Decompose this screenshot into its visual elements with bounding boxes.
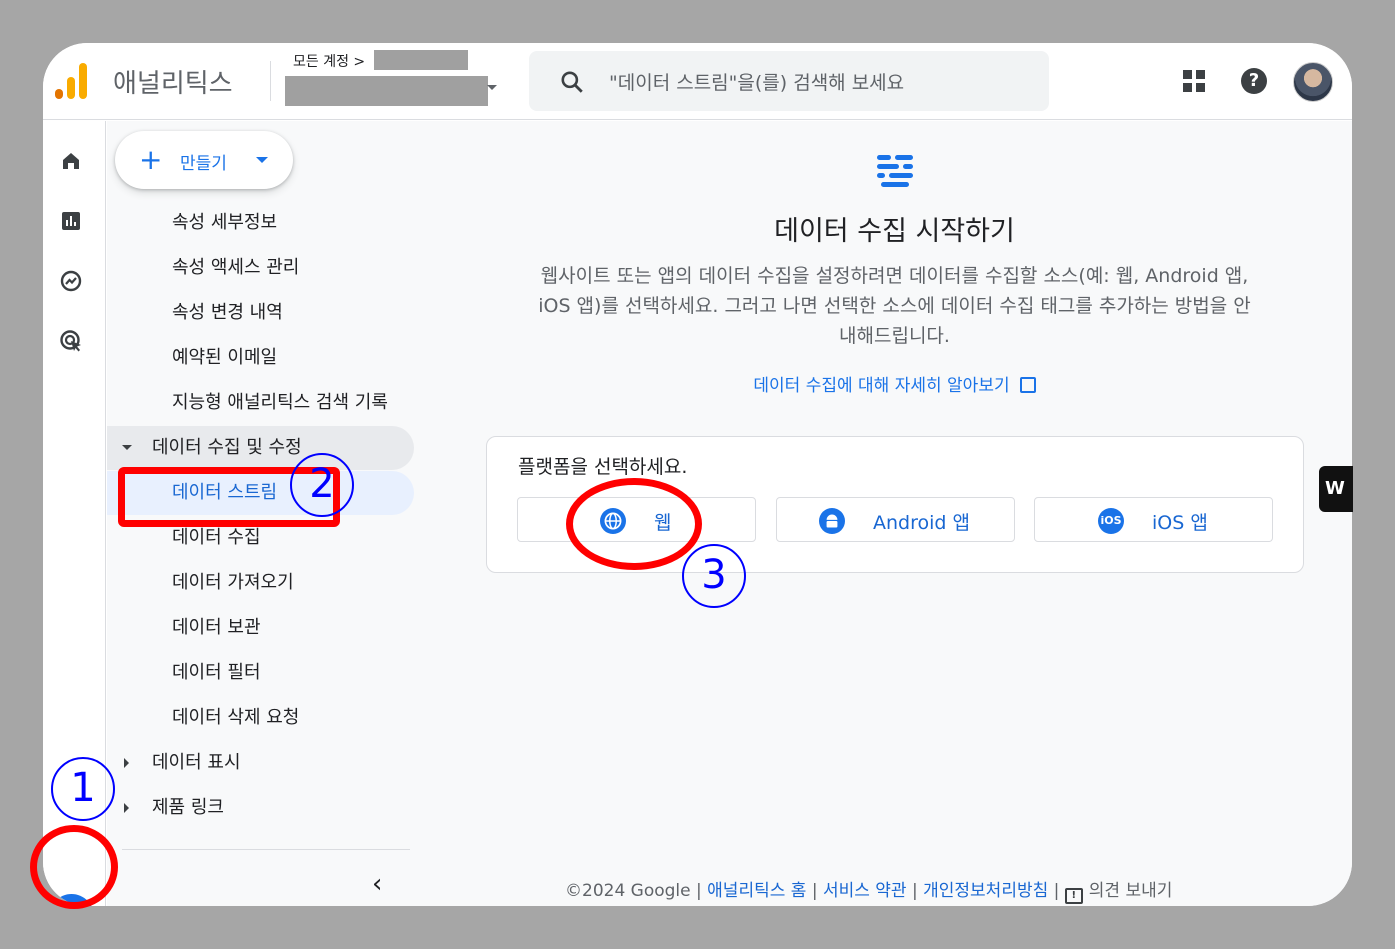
home-icon[interactable] <box>59 149 83 173</box>
account-breadcrumb[interactable]: 모든 계정 > <box>293 51 365 71</box>
search-bar[interactable]: "데이터 스트림"을(를) 검색해 보세요 <box>529 51 1049 111</box>
floating-widget-tab[interactable]: W <box>1319 466 1353 512</box>
section-label: 데이터 표시 <box>152 752 241 773</box>
header-divider <box>270 61 271 101</box>
menu-item-data-deletion[interactable]: 데이터 삭제 요청 <box>107 696 407 740</box>
footer-home-link[interactable]: 애널리틱스 홈 <box>707 881 806 901</box>
page-description: 웹사이트 또는 앱의 데이터 수집을 설정하려면 데이터를 수집할 소스(예: … <box>538 265 1251 347</box>
menu-section-product-links[interactable]: 제품 링크 <box>107 786 407 830</box>
section-label: 제품 링크 <box>152 797 224 818</box>
caret-right-icon <box>124 803 129 813</box>
collapse-chevron-left-icon[interactable]: ‹ <box>372 869 382 899</box>
menu-item-data-filters[interactable]: 데이터 필터 <box>107 651 407 695</box>
reports-icon[interactable] <box>59 209 83 233</box>
platform-ios-button[interactable]: iOS iOS 앱 <box>1034 497 1273 542</box>
learn-more-link[interactable]: 데이터 수집에 대해 자세히 알아보기 <box>417 371 1352 396</box>
annotation-number-3: 3 <box>682 544 746 608</box>
platform-prompt: 플랫폼을 선택하세요. <box>518 456 688 478</box>
copyright: ©2024 Google <box>565 881 691 901</box>
chevron-down-icon <box>256 157 268 163</box>
open-in-new-icon[interactable] <box>1019 377 1036 393</box>
menu-item-property-details[interactable]: 속성 세부정보 <box>107 201 407 245</box>
annotation-circle-settings <box>30 825 118 909</box>
menu-item-data-retention[interactable]: 데이터 보관 <box>107 606 407 650</box>
platform-android-label: Android 앱 <box>873 512 970 534</box>
feedback-icon[interactable]: ! <box>1064 888 1083 904</box>
platform-ios-label: iOS 앱 <box>1152 512 1208 534</box>
ios-icon: iOS <box>1098 508 1124 534</box>
redacted-property-selector[interactable] <box>285 76 488 106</box>
apps-grid-icon[interactable] <box>1183 70 1205 92</box>
annotation-circle-web <box>566 478 702 570</box>
caret-right-icon <box>124 758 129 768</box>
annotation-number-2: 2 <box>290 453 354 517</box>
footer-privacy-link[interactable]: 개인정보처리방침 <box>923 881 1048 901</box>
menu-item-search-history[interactable]: 지능형 애널리틱스 검색 기록 <box>107 381 407 425</box>
create-label: 만들기 <box>180 154 227 174</box>
section-label: 데이터 수집 및 수정 <box>152 437 302 458</box>
search-placeholder[interactable]: "데이터 스트림"을(를) 검색해 보세요 <box>609 68 904 95</box>
app-title[interactable]: 애널리틱스 <box>113 63 233 100</box>
create-button[interactable]: + 만들기 <box>115 131 293 189</box>
caret-down-icon <box>122 445 132 450</box>
footer-feedback-link[interactable]: 의견 보내기 <box>1089 881 1173 901</box>
annotation-number-1: 1 <box>51 757 115 821</box>
menu-divider <box>122 849 410 850</box>
advertising-icon[interactable] <box>59 329 83 353</box>
page-title: 데이터 수집 시작하기 <box>774 216 1015 247</box>
menu-item-change-history[interactable]: 속성 변경 내역 <box>107 291 407 335</box>
platform-android-button[interactable]: Android 앱 <box>776 497 1015 542</box>
menu-item-scheduled-emails[interactable]: 예약된 이메일 <box>107 336 407 380</box>
menu-item-data-import[interactable]: 데이터 가져오기 <box>107 561 407 605</box>
main-content: 데이터 수집 시작하기 웹사이트 또는 앱의 데이터 수집을 설정하려면 데이터… <box>417 121 1352 906</box>
menu-section-data-display[interactable]: 데이터 표시 <box>107 741 407 785</box>
redacted-account-name <box>374 50 468 70</box>
analytics-logo-icon[interactable] <box>55 63 89 99</box>
menu-section-data-collection[interactable]: 데이터 수집 및 수정 <box>107 426 414 470</box>
plus-icon: + <box>139 143 163 176</box>
explore-icon[interactable] <box>59 269 83 293</box>
help-icon[interactable]: ? <box>1241 68 1267 94</box>
avatar[interactable] <box>1293 62 1333 102</box>
search-icon <box>561 71 583 93</box>
top-header: 애널리틱스 모든 계정 > "데이터 스트림"을(를) 검색해 보세요 ? <box>43 43 1352 120</box>
learn-more-label[interactable]: 데이터 수집에 대해 자세히 알아보기 <box>753 376 1009 396</box>
footer: ©2024 Google | 애널리틱스 홈 | 서비스 약관 | 개인정보처리… <box>565 876 1172 904</box>
footer-terms-link[interactable]: 서비스 약관 <box>823 881 907 901</box>
chevron-down-icon[interactable] <box>487 85 497 90</box>
data-stream-icon <box>875 151 915 191</box>
android-icon <box>819 508 845 534</box>
menu-item-property-access[interactable]: 속성 액세스 관리 <box>107 246 407 290</box>
